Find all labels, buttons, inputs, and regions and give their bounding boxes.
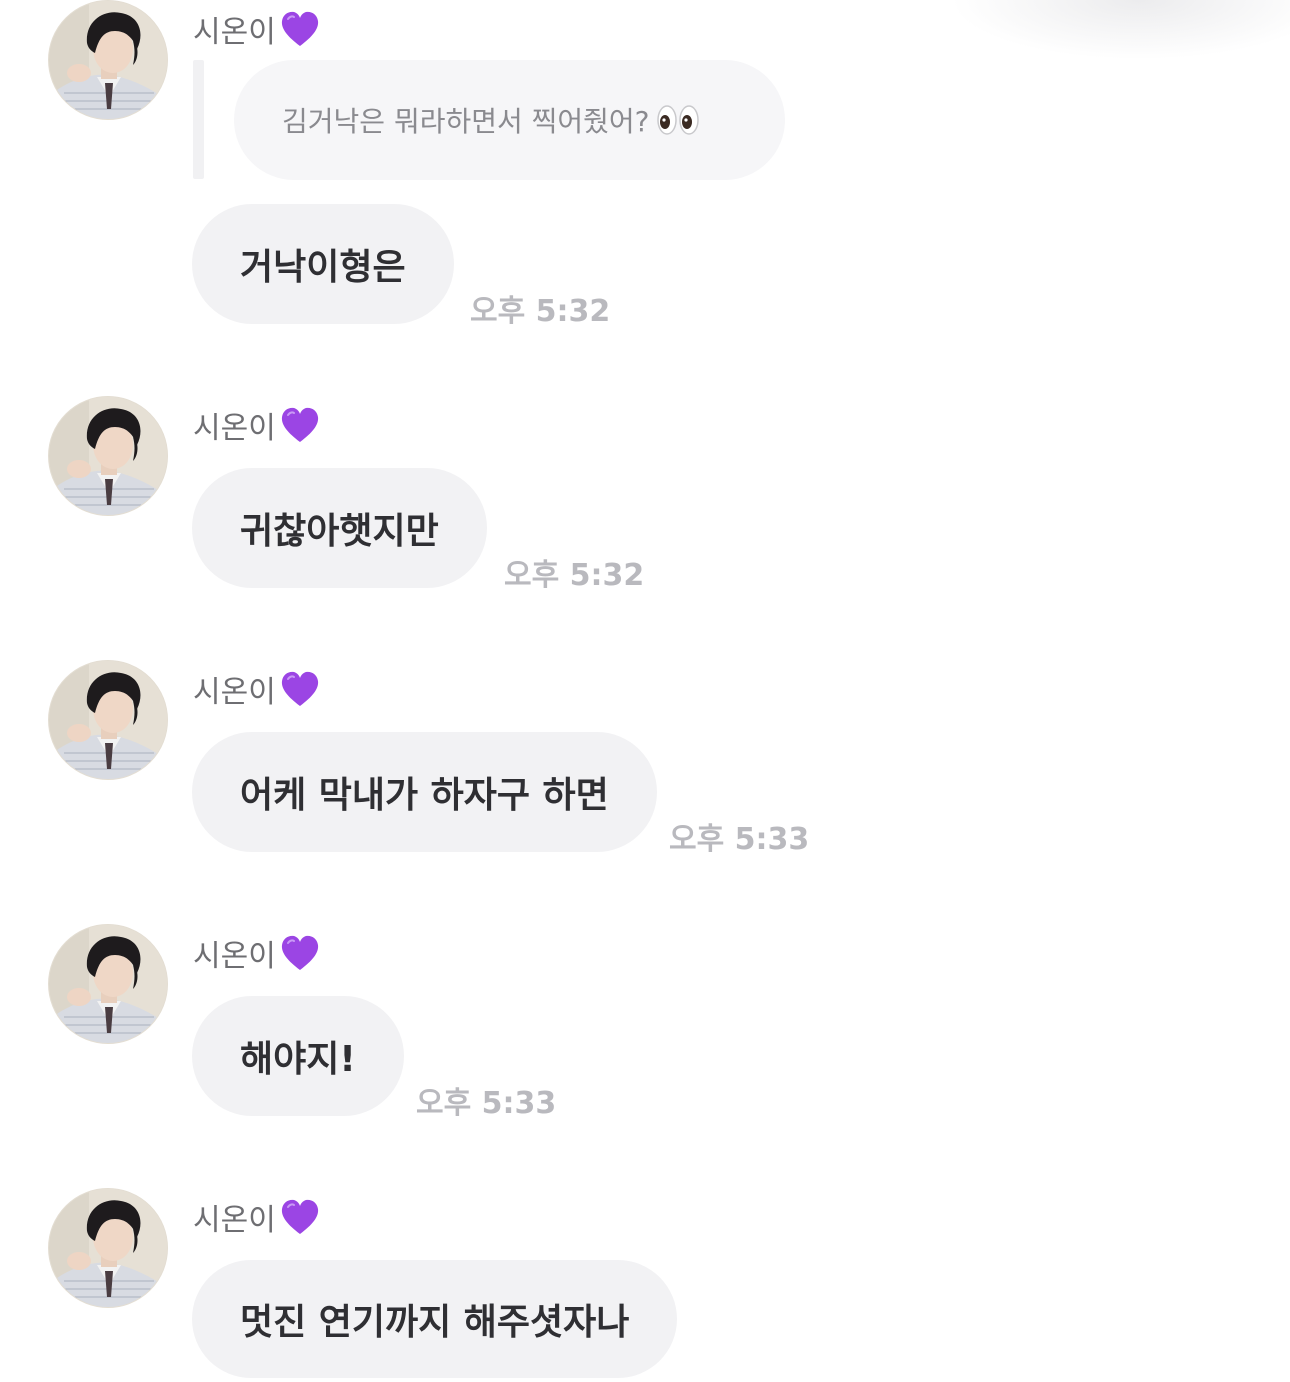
purple-heart-icon	[280, 934, 320, 972]
reply-indicator-bar	[193, 60, 204, 179]
avatar[interactable]	[48, 396, 168, 516]
avatar[interactable]	[48, 1188, 168, 1308]
message-text: 멋진 연기까지 해주셧자나	[240, 1302, 630, 1343]
message-text: 귀찮아햇지만	[240, 511, 439, 552]
sender-name: 시온이	[193, 6, 320, 52]
sender-name-label: 시온이	[193, 939, 276, 974]
sender-name: 시온이	[193, 402, 320, 448]
message-text: 거낙이형은	[240, 247, 406, 288]
avatar[interactable]	[48, 0, 168, 120]
purple-heart-icon	[280, 1198, 320, 1236]
purple-heart-icon	[280, 10, 320, 48]
message-text: 어케 막내가 하자구 하면	[240, 775, 609, 816]
reply-preview[interactable]: 김거낙은 뭐라하면서 찍어줬어?	[234, 60, 785, 180]
sender-name: 시온이	[193, 930, 320, 976]
sender-name: 시온이	[193, 666, 320, 712]
avatar[interactable]	[48, 924, 168, 1044]
sender-name-label: 시온이	[193, 411, 276, 446]
sender-name-label: 시온이	[193, 15, 276, 50]
message-time: 오후 5:33	[416, 1086, 557, 1121]
message-bubble[interactable]: 멋진 연기까지 해주셧자나	[192, 1260, 678, 1378]
reply-preview-text: 김거낙은 뭐라하면서 찍어줬어?	[282, 105, 650, 138]
eyes-icon	[656, 103, 700, 137]
message-time: 오후 5:32	[470, 294, 611, 329]
message-bubble[interactable]: 어케 막내가 하자구 하면	[192, 732, 657, 852]
sender-name-label: 시온이	[193, 1203, 276, 1238]
sender-name: 시온이	[193, 1194, 320, 1240]
top-shadow	[950, 0, 1290, 60]
message-bubble[interactable]: 거낙이형은	[192, 204, 454, 324]
avatar[interactable]	[48, 660, 168, 780]
message-bubble[interactable]: 귀찮아햇지만	[192, 468, 487, 588]
message-text: 해야지!	[240, 1039, 356, 1080]
message-time: 오후 5:32	[504, 558, 645, 593]
purple-heart-icon	[280, 406, 320, 444]
sender-name-label: 시온이	[193, 675, 276, 710]
purple-heart-icon	[280, 670, 320, 708]
message-bubble[interactable]: 해야지!	[192, 996, 404, 1116]
message-time: 오후 5:33	[669, 822, 810, 857]
